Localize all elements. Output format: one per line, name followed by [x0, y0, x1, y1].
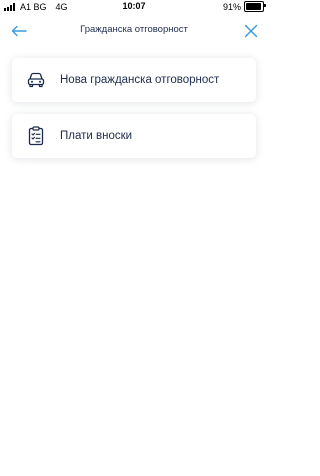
header: Гражданска отговорност: [0, 14, 268, 48]
close-icon: [244, 24, 258, 38]
clipboard-checklist-icon: [26, 126, 46, 146]
pay-installments-option[interactable]: Плати вноски: [12, 114, 256, 158]
status-bar: A1 BG 4G 10:07 91%: [0, 0, 268, 14]
new-liability-label: Нова гражданска отговорност: [60, 74, 220, 86]
close-button[interactable]: [242, 22, 260, 40]
status-right: 91%: [222, 1, 266, 12]
battery-fill: [246, 3, 261, 10]
battery-icon: [244, 1, 266, 12]
battery-percent: 91%: [222, 1, 241, 12]
arrow-left-icon: [11, 25, 27, 37]
new-liability-option[interactable]: Нова гражданска отговорност: [12, 58, 256, 102]
pay-installments-label: Плати вноски: [60, 130, 133, 142]
page-title: Гражданска отговорност: [80, 24, 188, 35]
car-icon: [26, 70, 46, 90]
back-button[interactable]: [10, 22, 28, 40]
